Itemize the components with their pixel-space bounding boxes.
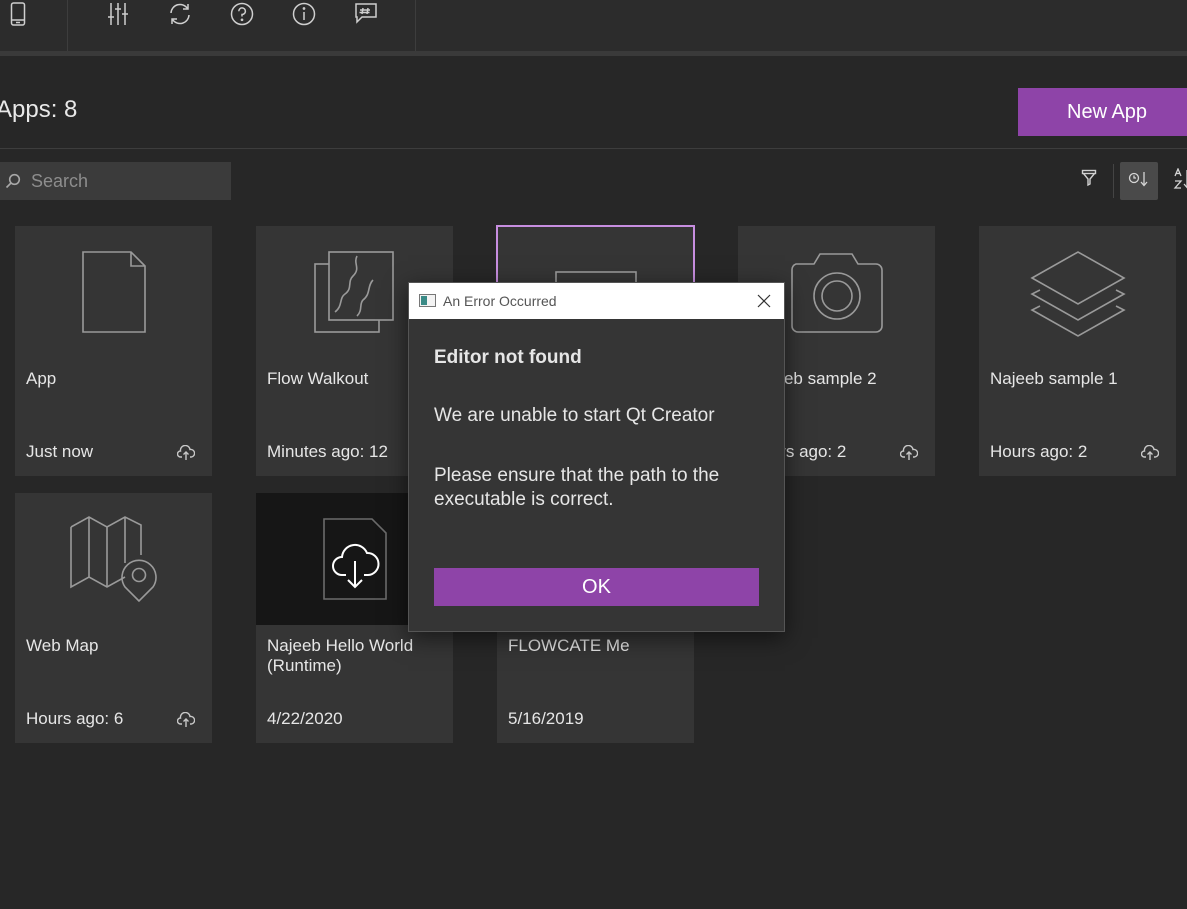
phone-icon[interactable] [3, 0, 33, 28]
sort-divider [1113, 164, 1114, 198]
folded-map-pin-icon [15, 493, 212, 625]
upload-icon[interactable] [176, 443, 196, 463]
dialog-title: An Error Occurred [443, 293, 557, 309]
toolbar-divider [67, 0, 68, 51]
error-dialog: An Error Occurred Editor not found We ar… [408, 282, 785, 632]
toolbar-border [0, 51, 1187, 56]
app-card-title: App [26, 369, 57, 388]
search-input[interactable] [26, 170, 216, 192]
feedback-icon[interactable] [351, 0, 381, 28]
filter-button[interactable] [1076, 166, 1102, 194]
header-divider [0, 148, 1187, 149]
close-icon[interactable] [754, 291, 774, 311]
sort-by-date-button[interactable] [1120, 162, 1158, 200]
window-app-icon [419, 294, 436, 307]
sliders-icon[interactable] [103, 0, 133, 28]
search-icon [0, 162, 26, 200]
app-card-title: Najeeb sample 1 [990, 369, 1118, 388]
top-toolbar [0, 0, 1187, 51]
help-icon[interactable] [227, 0, 257, 28]
app-card[interactable]: App Just now [15, 226, 212, 476]
refresh-icon[interactable] [165, 0, 195, 28]
layers-icon [979, 226, 1176, 358]
app-card-date: Just now [26, 442, 94, 461]
app-card-date: Hours ago: 2 [990, 442, 1088, 461]
sort-alphabetical-button[interactable] [1168, 162, 1187, 200]
app-card-title: Najeeb Hello World (Runtime) [267, 636, 414, 675]
upload-icon[interactable] [176, 710, 196, 730]
dialog-title-bar: An Error Occurred [409, 283, 784, 319]
search-box[interactable] [0, 162, 231, 200]
ok-button[interactable]: OK [434, 568, 759, 606]
app-card-title: Web Map [26, 636, 99, 655]
app-card-date: 5/16/2019 [508, 709, 584, 728]
app-card-date: Minutes ago: 12 [267, 442, 388, 461]
dialog-heading: Editor not found [434, 347, 582, 368]
document-icon [15, 226, 212, 358]
upload-icon[interactable] [1140, 443, 1160, 463]
dialog-message: We are unable to start Qt Creator [434, 405, 715, 426]
app-card-title: FLOWCATE Me [508, 636, 630, 655]
apps-count: Apps: 8 [0, 96, 78, 123]
upload-icon[interactable] [899, 443, 919, 463]
filter-icon [1081, 169, 1097, 192]
app-card-date: Hours ago: 6 [26, 709, 124, 728]
app-card-date: 4/22/2020 [267, 709, 343, 728]
app-card[interactable]: Najeeb sample 1 Hours ago: 2 [979, 226, 1176, 476]
sort-alphabetical-icon [1173, 166, 1187, 195]
sort-by-date-icon [1128, 170, 1150, 193]
dialog-instruction: Please ensure that the path to the execu… [434, 465, 720, 510]
app-card[interactable]: Web Map Hours ago: 6 [15, 493, 212, 743]
toolbar-divider [415, 0, 416, 51]
new-app-button[interactable]: New App [1018, 88, 1187, 136]
info-icon[interactable] [289, 0, 319, 28]
